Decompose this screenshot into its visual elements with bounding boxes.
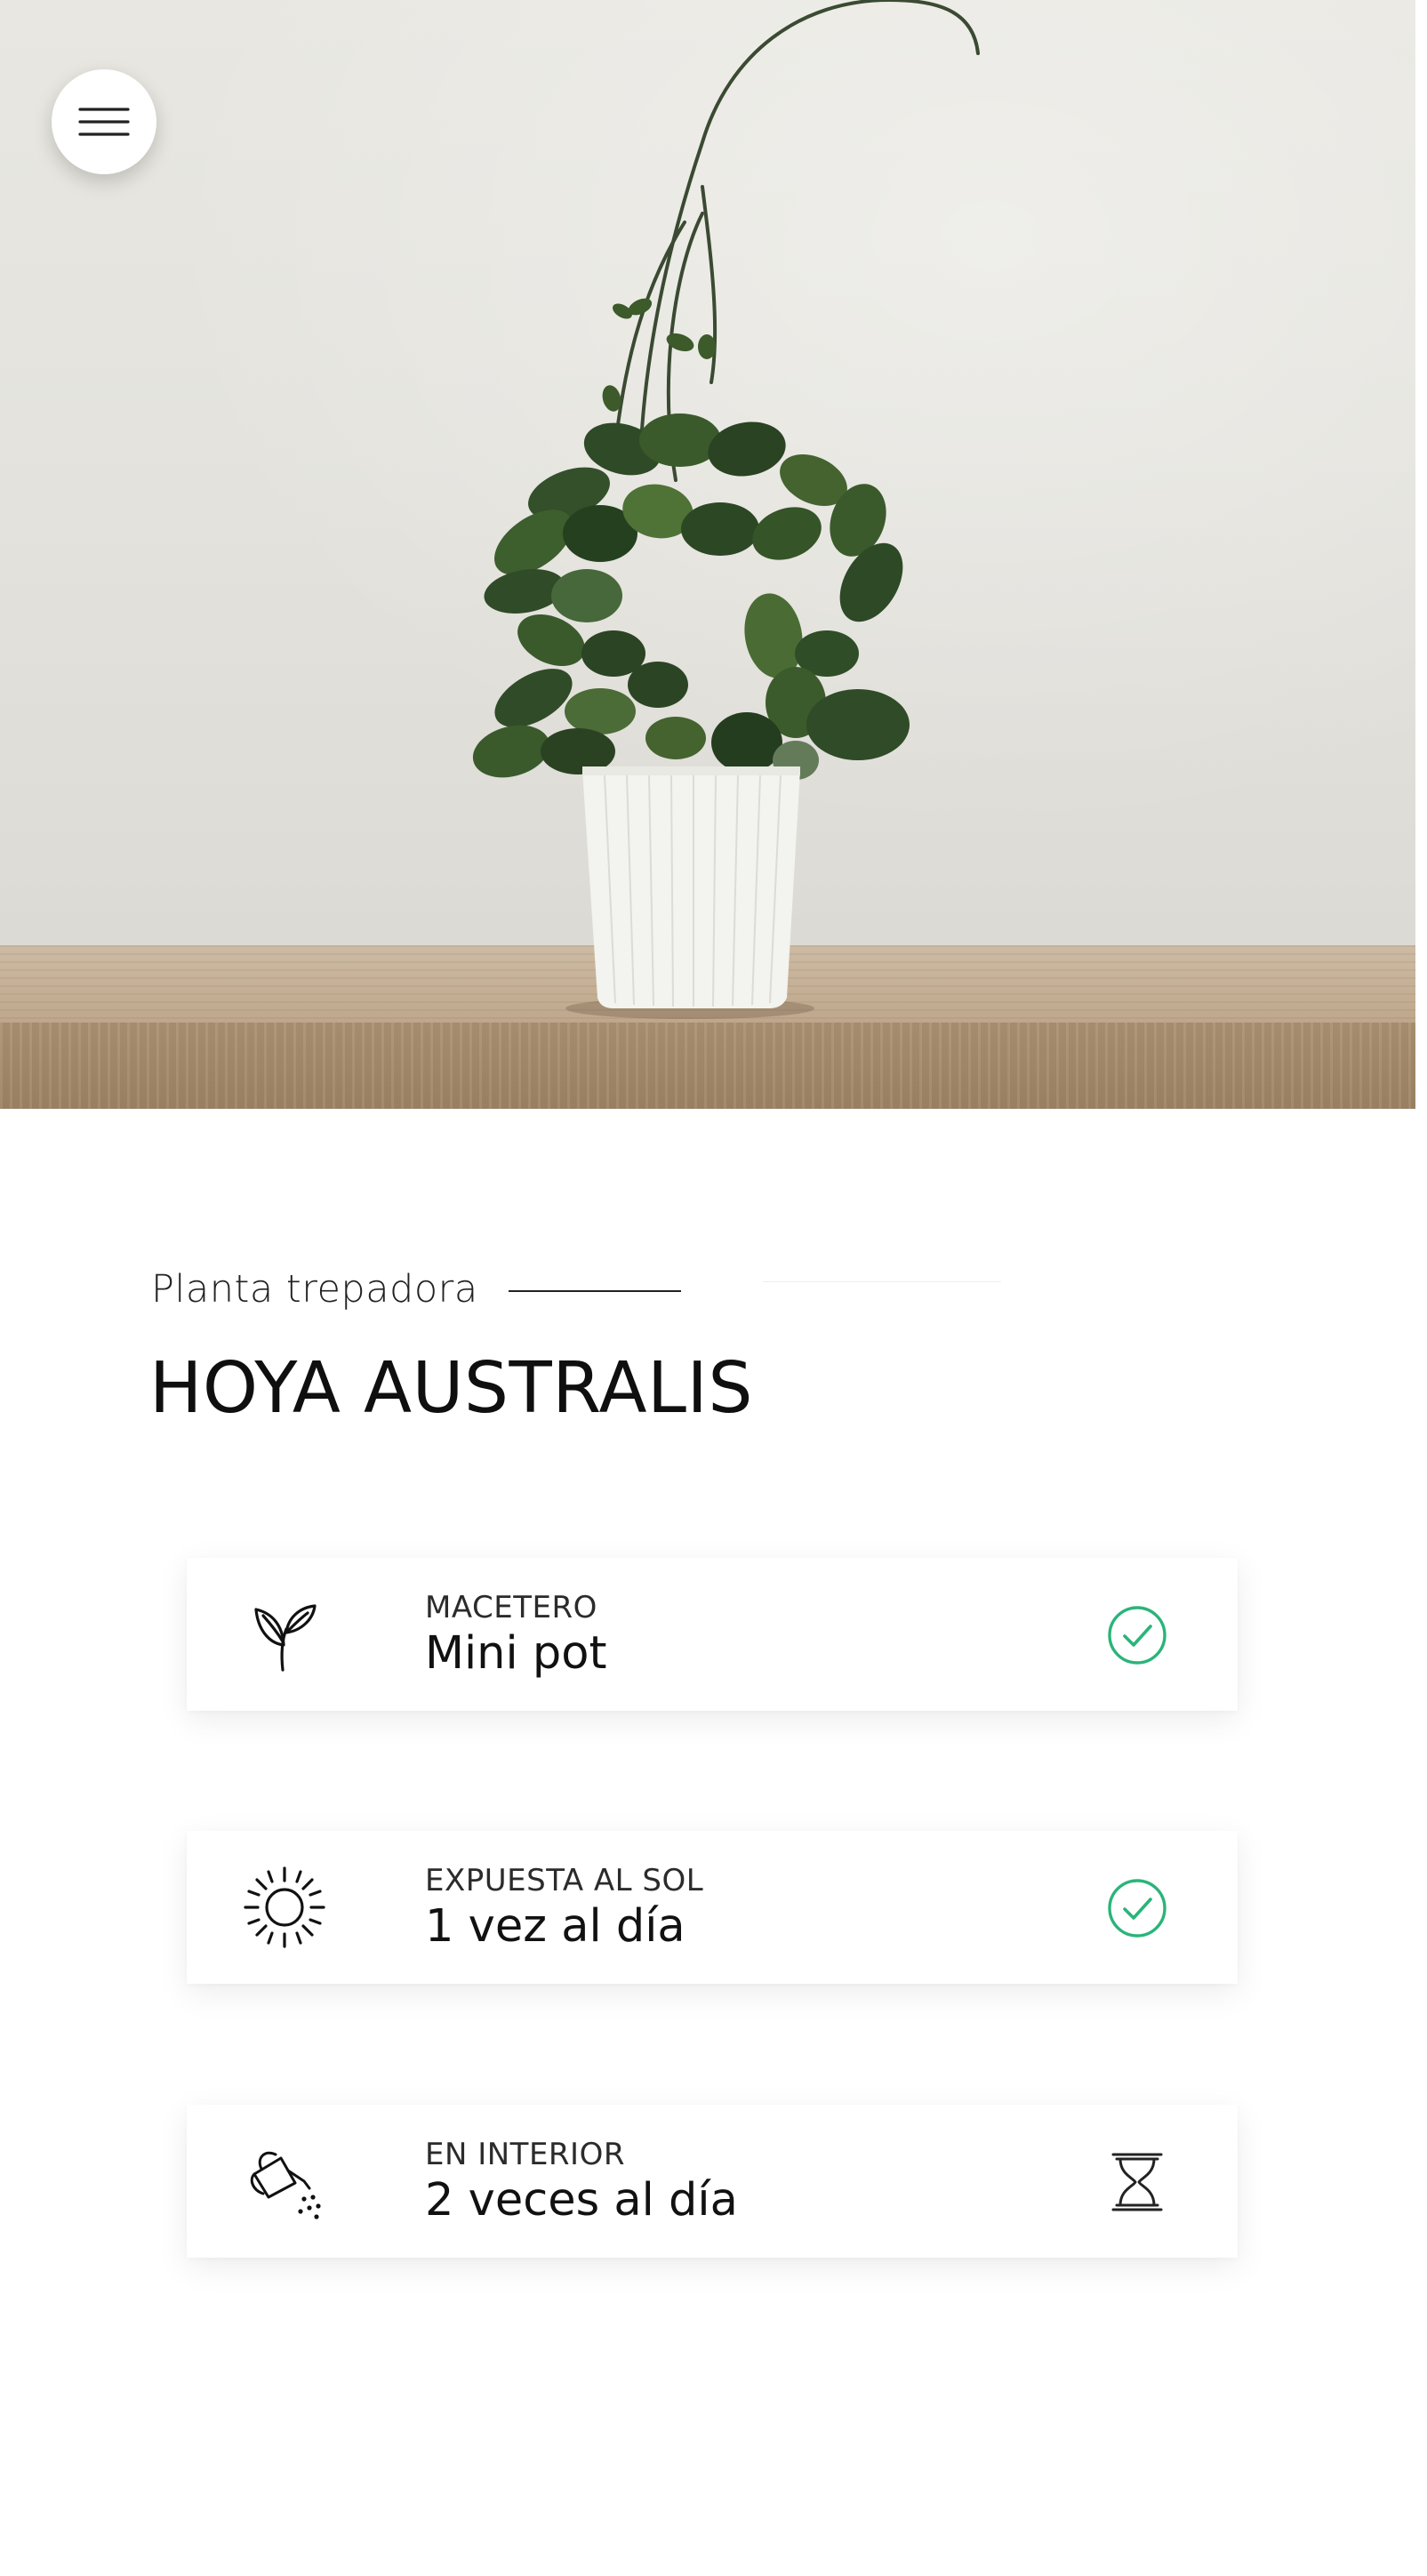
hero-image xyxy=(0,0,1415,1109)
hourglass-icon xyxy=(1111,2153,1163,2211)
care-value: Mini pot xyxy=(425,1627,607,1680)
menu-button[interactable] xyxy=(52,69,156,174)
care-card-water[interactable]: EN INTERIOR 2 veces al día xyxy=(187,2105,1238,2258)
sun-icon xyxy=(244,1866,325,1948)
plant-category: Planta trepadora xyxy=(151,1267,478,1312)
plant-illustration xyxy=(472,0,980,1019)
plant-name: HOYA AUSTRALIS xyxy=(149,1347,754,1429)
care-value: 2 veces al día xyxy=(425,2174,738,2227)
care-value: 1 vez al día xyxy=(425,1900,685,1953)
care-label: MACETERO xyxy=(425,1590,597,1625)
care-card-sun[interactable]: EXPUESTA AL SOL 1 vez al día xyxy=(187,1831,1238,1984)
sprout-icon xyxy=(254,1604,317,1672)
decorative-divider xyxy=(763,1281,1001,1282)
category-row: Planta trepadora xyxy=(151,1267,681,1312)
care-card-pot[interactable]: MACETERO Mini pot xyxy=(187,1558,1238,1711)
check-circle-icon xyxy=(1108,1606,1166,1665)
category-divider xyxy=(508,1290,681,1292)
check-circle-icon xyxy=(1108,1879,1166,1938)
hamburger-menu-icon xyxy=(78,108,130,136)
care-label: EXPUESTA AL SOL xyxy=(425,1863,704,1898)
care-label: EN INTERIOR xyxy=(425,2137,625,2172)
watering-can-icon xyxy=(250,2151,321,2219)
